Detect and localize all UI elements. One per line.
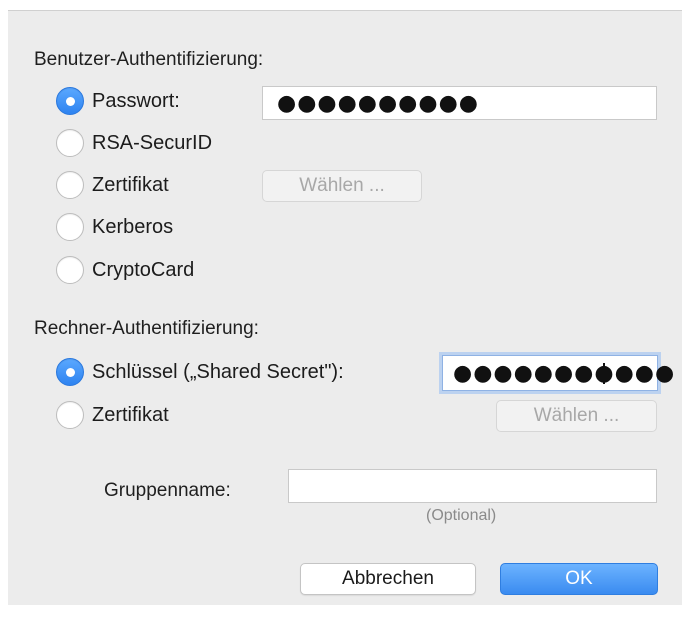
radio-button[interactable] [56, 401, 84, 429]
radio-rsa-securid-label: RSA-SecurID [92, 131, 213, 154]
radio-machine-certificate-label: Zertifikat [92, 403, 169, 426]
password-field[interactable]: ●●●●●●●●●● [262, 86, 657, 120]
user-certificate-choose-button[interactable]: Wählen ... [262, 170, 422, 202]
window-bottom-edge [0, 605, 689, 619]
ok-button[interactable]: OK [500, 563, 658, 595]
password-dots: ●●●●●●●●●● [277, 91, 479, 116]
group-name-label: Gruppenname: [104, 480, 231, 501]
radio-kerberos-label: Kerberos [92, 215, 174, 238]
text-caret [603, 363, 605, 384]
group-name-optional-hint: (Optional) [426, 507, 497, 524]
radio-cryptocard-label: CryptoCard [92, 258, 195, 281]
group-name-field[interactable] [288, 469, 657, 503]
radio-shared-secret-label: Schlüssel („Shared Secret"): [92, 360, 344, 383]
radio-password-label: Passwort: [92, 89, 180, 112]
radio-button[interactable] [56, 129, 84, 157]
radio-user-certificate[interactable]: Zertifikat [56, 170, 169, 200]
cancel-button[interactable]: Abbrechen [300, 563, 476, 595]
radio-cryptocard[interactable]: CryptoCard [56, 255, 194, 285]
radio-machine-certificate[interactable]: Zertifikat [56, 400, 169, 430]
machine-certificate-choose-button[interactable]: Wählen ... [496, 400, 657, 432]
user-auth-heading: Benutzer-Authentifizierung: [34, 49, 264, 70]
radio-rsa-securid[interactable]: RSA-SecurID [56, 128, 212, 158]
machine-auth-heading: Rechner-Authentifizierung: [34, 318, 259, 339]
radio-shared-secret[interactable]: Schlüssel („Shared Secret"): [56, 357, 344, 387]
radio-button[interactable] [56, 213, 84, 241]
radio-button[interactable] [56, 171, 84, 199]
radio-kerberos[interactable]: Kerberos [56, 212, 173, 242]
shared-secret-dots: ●●●●●●●●●●● [453, 361, 676, 386]
radio-button-checked[interactable] [56, 87, 84, 115]
shared-secret-field[interactable]: ●●●●●●●●●●● [442, 355, 674, 391]
radio-password[interactable]: Passwort: [56, 86, 180, 116]
radio-button-checked[interactable] [56, 358, 84, 386]
radio-button[interactable] [56, 256, 84, 284]
radio-user-certificate-label: Zertifikat [92, 173, 169, 196]
